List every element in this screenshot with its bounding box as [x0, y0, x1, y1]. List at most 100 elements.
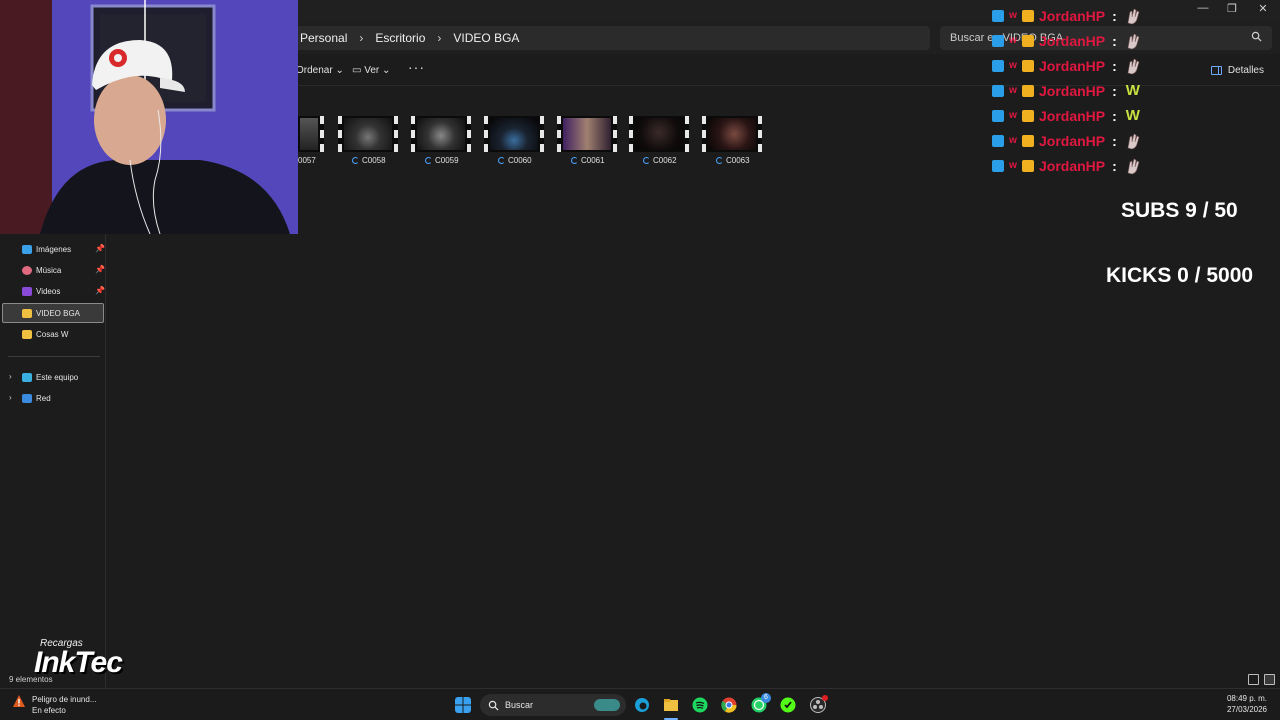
chat-message: w JordanHP : [992, 6, 1142, 26]
weather-text: Peligro de inund... En efecto [32, 694, 97, 716]
file-label[interactable]: C0058 [352, 156, 386, 165]
file-thumbnail[interactable] [629, 116, 689, 152]
file-thumbnail[interactable] [702, 116, 762, 152]
file-label[interactable]: C0061 [571, 156, 605, 165]
sidebar-item-video-bga[interactable]: VIDEO BGA [22, 303, 80, 323]
crown-badge-icon [1022, 85, 1034, 97]
details-pane-icon [1210, 66, 1222, 75]
chat-colon: : [1112, 158, 1117, 174]
file-explorer-icon[interactable] [663, 697, 679, 713]
w-badge-icon: w [1009, 135, 1017, 146]
details-button[interactable]: Detalles [1210, 65, 1264, 76]
sync-icon [352, 157, 359, 164]
sidebar-item-imagenes[interactable]: Imágenes [22, 239, 71, 259]
hand-emote-icon [1127, 33, 1140, 50]
crown-badge-icon [1022, 10, 1034, 22]
breadcrumb-video-bga[interactable]: VIDEO BGA [453, 31, 519, 45]
system-clock[interactable]: 08:49 p. m. 27/03/2026 [1227, 693, 1267, 715]
breadcrumb-personal[interactable]: Personal [300, 31, 347, 45]
weather-title: Peligro de inund... [32, 695, 97, 704]
chat-message: w JordanHP : [992, 56, 1142, 76]
windows-start-icon[interactable] [455, 697, 471, 713]
chat-colon: : [1112, 133, 1117, 149]
file-label[interactable]: C0062 [643, 156, 677, 165]
sync-icon [571, 157, 578, 164]
sidebar-item-label: Cosas W [36, 329, 69, 339]
file-label[interactable]: C0063 [716, 156, 750, 165]
sidebar-item-label: Videos [36, 286, 61, 296]
hand-emote-icon [1127, 8, 1140, 25]
expand-chevron-icon[interactable]: › [9, 372, 12, 381]
large-icons-view-button[interactable] [1264, 674, 1275, 685]
music-icon [22, 265, 32, 275]
pin-icon[interactable]: 📌 [95, 286, 105, 295]
sidebar-item-videos[interactable]: Videos [22, 281, 60, 301]
moderator-badge-icon [992, 110, 1004, 122]
weather-subtitle: En efecto [32, 706, 66, 715]
chat-colon: : [1112, 58, 1117, 74]
sidebar-item-este-equipo[interactable]: Este equipo [22, 367, 78, 387]
clock-time: 08:49 p. m. [1226, 694, 1267, 703]
w-badge-icon: w [1009, 10, 1017, 21]
notification-badge: 6 [761, 693, 771, 703]
minimize-button[interactable]: — [1188, 2, 1218, 14]
expand-chevron-icon[interactable]: › [9, 393, 12, 402]
sidebar-item-label: Este equipo [36, 372, 79, 382]
file-label[interactable]: C0059 [425, 156, 459, 165]
pin-icon[interactable]: 📌 [95, 244, 105, 253]
crown-badge-icon [1022, 160, 1034, 172]
sidebar-item-label: Red [36, 393, 51, 403]
file-thumbnail[interactable] [484, 116, 544, 152]
file-label[interactable]: C0060 [498, 156, 532, 165]
images-icon [22, 244, 32, 254]
file-thumbnail[interactable] [298, 116, 324, 152]
sidebar-item-musica[interactable]: Música [22, 260, 61, 280]
sync-icon [425, 157, 432, 164]
sidebar-item-label: Música [36, 265, 62, 275]
crown-badge-icon [1022, 35, 1034, 47]
weather-widget[interactable]: Peligro de inund... En efecto [12, 694, 97, 716]
restore-button[interactable]: ❐ [1217, 2, 1247, 15]
file-thumbnail[interactable] [557, 116, 617, 152]
search-icon [1251, 31, 1262, 42]
chat-colon: : [1112, 108, 1117, 124]
file-label[interactable]: 0057 [298, 156, 316, 165]
search-icon [488, 700, 499, 711]
spotify-icon[interactable] [692, 697, 708, 713]
close-button[interactable]: ✕ [1248, 2, 1278, 15]
address-bar[interactable]: Personal › Escritorio › VIDEO BGA [290, 26, 930, 50]
pin-icon[interactable]: 📌 [95, 265, 105, 274]
taskbar-search[interactable]: Buscar [480, 694, 626, 716]
moderator-badge-icon [992, 160, 1004, 172]
sync-icon [643, 157, 650, 164]
webcam-overlay [0, 0, 298, 234]
edge-icon[interactable] [634, 697, 650, 713]
moderator-badge-icon [992, 60, 1004, 72]
network-icon [22, 393, 32, 403]
chat-message: w JordanHP : [992, 31, 1142, 51]
sidebar-divider [8, 356, 100, 357]
more-options-icon[interactable]: ··· [408, 59, 425, 75]
file-thumbnail[interactable] [338, 116, 398, 152]
details-label: Detalles [1227, 65, 1264, 76]
details-view-button[interactable] [1248, 674, 1259, 685]
hand-emote-icon [1127, 58, 1140, 75]
kick-app-icon[interactable] [780, 697, 796, 713]
moderator-badge-icon [992, 10, 1004, 22]
chat-username: JordanHP [1039, 58, 1106, 74]
file-thumbnail[interactable] [411, 116, 471, 152]
clock-date: 27/03/2026 [1226, 705, 1267, 714]
w-badge-icon: w [1009, 35, 1017, 46]
chat-username: JordanHP [1039, 83, 1106, 99]
chat-message: w JordanHP : W [992, 81, 1142, 101]
breadcrumb-escritorio[interactable]: Escritorio [375, 31, 425, 45]
sort-button[interactable]: Ordenar ⌄ [296, 65, 344, 76]
sidebar-item-label: Imágenes [36, 244, 72, 254]
moderator-badge-icon [992, 135, 1004, 147]
sidebar-item-red[interactable]: Red [22, 388, 51, 408]
chat-colon: : [1112, 8, 1117, 24]
chat-message: w JordanHP : W [992, 106, 1142, 126]
chrome-icon[interactable] [721, 697, 737, 713]
sidebar-item-cosas-w[interactable]: Cosas W [22, 324, 68, 344]
view-button[interactable]: ▭ Ver ⌄ [352, 65, 390, 76]
